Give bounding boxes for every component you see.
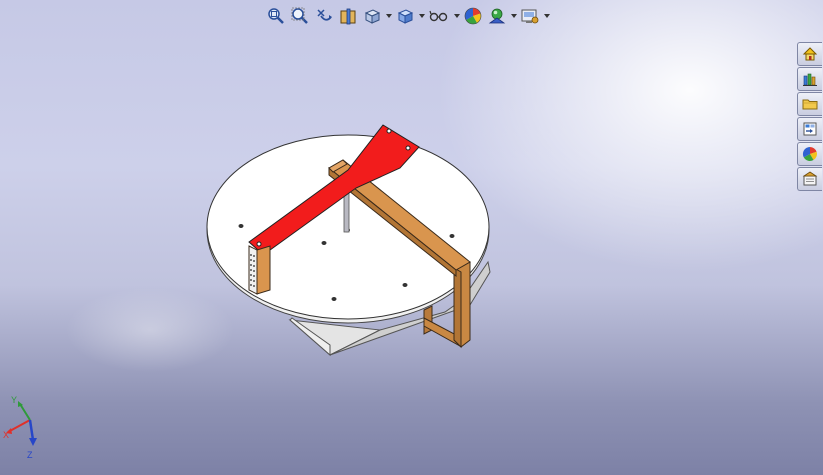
triad-z-axis [28, 419, 35, 441]
previous-view-button[interactable] [313, 5, 335, 27]
display-style-icon [397, 9, 414, 24]
triad-z-arrow [29, 438, 37, 446]
hide-show-items-icon [429, 10, 448, 22]
zoom-to-fit-icon [268, 8, 284, 24]
hide-show-items-button[interactable] [427, 5, 451, 27]
view-orientation-button[interactable] [361, 5, 383, 27]
task-pane-tab-view-palette[interactable] [797, 117, 822, 141]
view-settings-icon [521, 9, 539, 24]
design-library-icon [803, 73, 817, 86]
home-icon [802, 47, 818, 61]
view-orientation-icon [364, 9, 381, 24]
chevron-down-icon [453, 14, 460, 18]
edit-appearance-icon [464, 7, 482, 25]
chevron-down-icon [510, 14, 517, 18]
apply-scene-icon [488, 8, 506, 24]
custom-properties-icon [802, 171, 818, 186]
chevron-down-icon [418, 14, 425, 18]
graphics-area[interactable]: X Y Z [0, 0, 823, 475]
apply-scene-button[interactable] [486, 5, 508, 27]
heads-up-view-toolbar [265, 4, 550, 28]
task-pane-tab-resources[interactable] [797, 42, 822, 66]
display-style-dropdown[interactable] [418, 5, 425, 27]
reference-triad: X Y Z [3, 395, 37, 460]
triad-y-label: Y [11, 395, 17, 405]
folder-icon [802, 99, 818, 110]
appearances-icon [802, 146, 817, 161]
task-pane-tab-design-library[interactable] [797, 67, 822, 91]
triad-z-label: Z [27, 450, 33, 460]
section-view-button[interactable] [337, 5, 359, 27]
chevron-down-icon [385, 14, 392, 18]
zoom-to-area-icon [291, 7, 308, 24]
view-orientation-dropdown[interactable] [385, 5, 392, 27]
edit-appearance-button[interactable] [462, 5, 484, 27]
zoom-to-fit-button[interactable] [265, 5, 287, 27]
triad-x-label: X [3, 430, 9, 440]
section-view-icon [340, 8, 356, 25]
task-pane-tab-appearances[interactable] [797, 142, 822, 166]
task-pane-tab-file-explorer[interactable] [797, 92, 822, 116]
assembly-model[interactable] [0, 0, 823, 475]
display-style-button[interactable] [394, 5, 416, 27]
previous-view-icon [317, 9, 332, 21]
view-palette-icon [803, 122, 817, 136]
apply-scene-dropdown[interactable] [510, 5, 517, 27]
hide-show-items-dropdown[interactable] [453, 5, 460, 27]
task-pane-tabs [797, 42, 823, 191]
chevron-down-icon [543, 14, 550, 18]
triad-y-axis [19, 403, 31, 421]
zoom-to-area-button[interactable] [289, 5, 311, 27]
view-settings-button[interactable] [519, 5, 541, 27]
task-pane-tab-custom-properties[interactable] [797, 167, 822, 191]
view-settings-dropdown[interactable] [543, 5, 550, 27]
brush-block[interactable] [248, 245, 271, 295]
